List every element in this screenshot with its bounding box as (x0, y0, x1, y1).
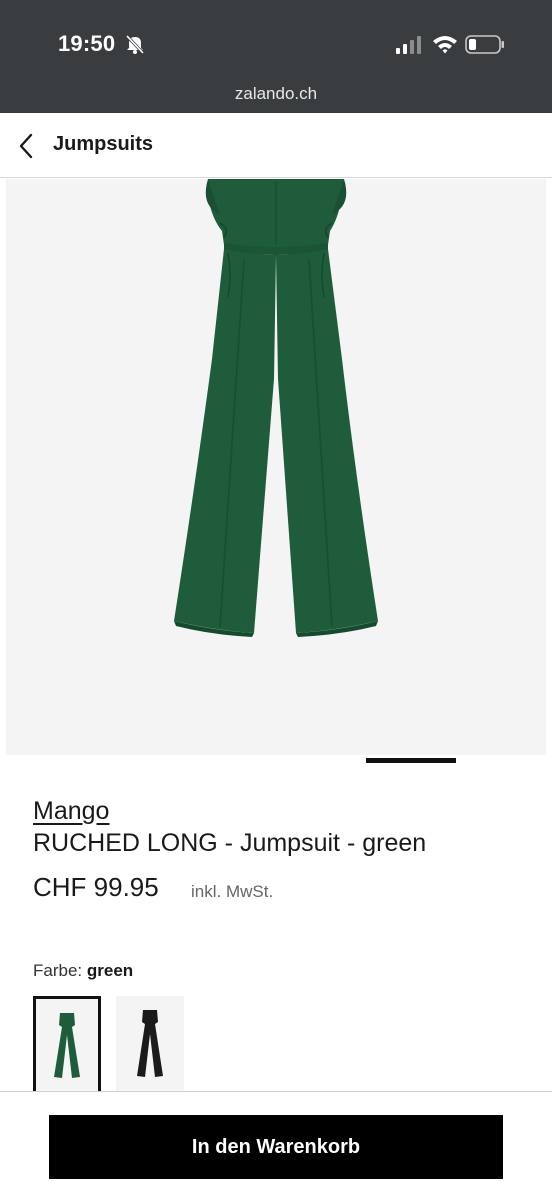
brand-link[interactable]: Mango (33, 797, 109, 826)
signal-icon (396, 36, 421, 54)
bottom-action-bar: In den Warenkorb (0, 1091, 552, 1200)
color-label: Farbe: (33, 961, 83, 980)
color-label-row: Farbe: green (33, 961, 133, 981)
battery-icon (465, 35, 504, 54)
product-image[interactable] (6, 179, 546, 755)
tax-note: inkl. MwSt. (191, 882, 274, 901)
color-value: green (86, 961, 134, 980)
status-bar: 19:50 zalando.ch (0, 0, 552, 113)
bell-off-icon (125, 34, 145, 54)
wifi-icon (433, 36, 457, 54)
add-to-cart-button[interactable]: In den Warenkorb (49, 1115, 503, 1179)
page-header: Jumpsuits (0, 113, 552, 178)
chevron-left-icon[interactable] (14, 131, 40, 161)
color-swatch-green[interactable] (33, 996, 101, 1094)
product-price: CHF 99.95 (33, 872, 159, 902)
product-name: RUCHED LONG - Jumpsuit - green (33, 829, 427, 857)
status-time: 19:50 (58, 31, 116, 56)
url-bar[interactable]: zalando.ch (0, 84, 552, 104)
carousel-indicator (366, 758, 456, 763)
color-swatch-black[interactable] (116, 996, 184, 1094)
page-title: Jumpsuits (53, 133, 154, 155)
